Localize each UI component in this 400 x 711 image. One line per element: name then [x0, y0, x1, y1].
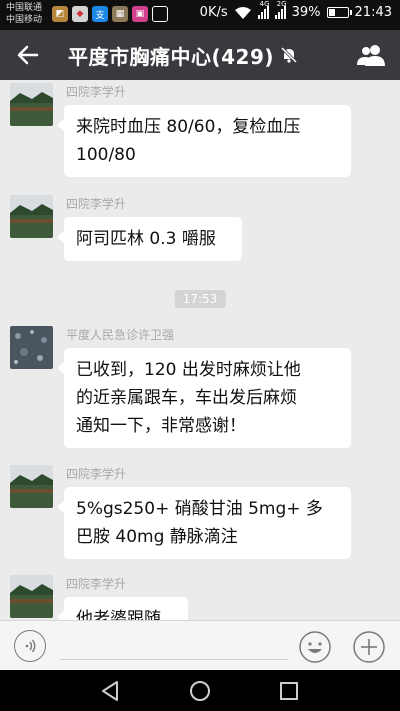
rain-avatar-icon	[10, 326, 53, 369]
signal-4g-icon: 4G	[257, 0, 270, 19]
input-bar	[0, 620, 400, 670]
net-speed: 0K/s	[199, 5, 228, 20]
carrier-2: 中国移动	[6, 15, 43, 25]
title-wrap: 平度市胸痛中心(429)	[68, 30, 298, 80]
notification-icons: ◩ ◆ 支 ▦ ▣	[52, 6, 168, 22]
chat-title: 平度市胸痛中心(429)	[68, 44, 275, 69]
nav-recents-button[interactable]	[276, 678, 302, 704]
sender-name: 平度人民急诊许卫强	[66, 328, 175, 342]
photo-icon: ◩	[52, 6, 68, 22]
sender-name: 四院李学升	[66, 467, 127, 481]
time-divider: 17:53	[174, 290, 226, 308]
message-line: 来院时血压 80/60，复检血压	[76, 117, 301, 137]
home-circle-icon	[190, 681, 210, 701]
mute-bell-icon	[280, 46, 298, 64]
signal-2g-icon: 2G	[274, 0, 287, 19]
sender-name: 四院李学升	[66, 85, 127, 99]
sender-name: 四院李学升	[66, 197, 127, 211]
avatar[interactable]	[10, 326, 53, 369]
group-members-button[interactable]	[356, 43, 385, 67]
avatar[interactable]	[10, 465, 53, 508]
gallery-icon: ▦	[112, 6, 128, 22]
message-line: 他老婆跟随	[76, 609, 161, 620]
image-icon: ▣	[132, 6, 148, 22]
navigation-bar	[0, 670, 400, 711]
battery-percent: 39%	[291, 5, 321, 20]
message-line: 通知一下，非常感谢！	[76, 416, 246, 436]
message-bubble[interactable]: 5%gs250+ 硝酸甘油 5mg+ 多 巴胺 40mg 静脉滴注	[57, 487, 351, 559]
sender-name: 四院李学升	[66, 577, 127, 591]
battery-icon	[326, 7, 352, 18]
landscape-avatar-icon	[10, 83, 53, 126]
status-bar: 中国联通 中国移动 ◩ ◆ 支 ▦ ▣ 0K/s 4G 2G 39% 21:43	[0, 0, 400, 30]
more-options-button[interactable]	[352, 630, 386, 664]
message-line: 巴胺 40mg 静脉滴注	[76, 527, 238, 547]
mail-icon	[152, 6, 168, 22]
voice-icon	[25, 639, 36, 653]
app-icon: ◆	[72, 6, 88, 22]
message-bubble[interactable]: 已收到，120 出发时麻烦让他 的近亲属跟车，车出发后麻烦 通知一下，非常感谢！	[57, 348, 351, 448]
landscape-avatar-icon	[10, 195, 53, 238]
message-bubble[interactable]: 他老婆跟随	[57, 597, 188, 620]
message-line: 已收到，120 出发时麻烦让他	[76, 360, 301, 380]
emoji-button[interactable]	[298, 630, 332, 664]
voice-input-button[interactable]	[14, 630, 46, 662]
message-line: 阿司匹林 0.3 嚼服	[76, 229, 216, 249]
chat-header: 平度市胸痛中心(429)	[0, 30, 400, 80]
status-right: 0K/s 4G 2G 39% 21:43	[199, 0, 392, 20]
carrier-1: 中国联通	[6, 3, 43, 13]
carrier-labels: 中国联通 中国移动	[6, 2, 42, 26]
landscape-avatar-icon	[10, 465, 53, 508]
triangle-back-icon	[102, 681, 118, 701]
message-bubble[interactable]: 来院时血压 80/60，复检血压 100/80	[57, 105, 351, 177]
nav-back-button[interactable]	[97, 678, 123, 704]
clock: 21:43	[354, 5, 392, 20]
plus-icon	[353, 631, 385, 663]
landscape-avatar-icon	[10, 575, 53, 618]
wifi-icon	[234, 6, 251, 19]
nav-home-button[interactable]	[187, 678, 213, 704]
message-line: 的近亲属跟车，车出发后麻烦	[76, 388, 297, 408]
message-line: 5%gs250+ 硝酸甘油 5mg+ 多	[76, 499, 323, 519]
emoji-icon	[299, 631, 331, 663]
back-arrow-icon	[17, 45, 39, 65]
avatar[interactable]	[10, 575, 53, 618]
back-button[interactable]	[14, 41, 42, 69]
chat-messages[interactable]: 四院李学升 来院时血压 80/60，复检血压 100/80 四院李学升 阿司匹林…	[0, 80, 400, 620]
message-line: 100/80	[76, 145, 136, 165]
square-recents-icon	[280, 682, 298, 700]
people-icon	[357, 45, 385, 66]
alipay-icon: 支	[92, 6, 108, 22]
avatar[interactable]	[10, 195, 53, 238]
avatar[interactable]	[10, 83, 53, 126]
message-bubble[interactable]: 阿司匹林 0.3 嚼服	[57, 217, 242, 261]
message-input[interactable]	[60, 659, 288, 660]
